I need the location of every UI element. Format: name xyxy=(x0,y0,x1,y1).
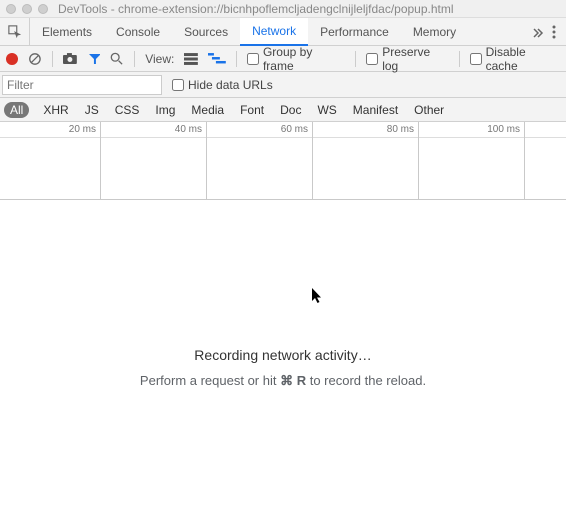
preserve-log-checkbox[interactable]: Preserve log xyxy=(366,45,448,73)
timeline-tick-label: 100 ms xyxy=(487,124,524,135)
empty-sub-prefix: Perform a request or hit xyxy=(140,373,280,388)
traffic-zoom-icon[interactable] xyxy=(38,4,48,14)
toolbar-divider xyxy=(52,51,53,67)
type-filter-bar: All XHR JS CSS Img Media Font Doc WS Man… xyxy=(0,98,566,122)
devtools-tabbar: Elements Console Sources Network Perform… xyxy=(0,18,566,46)
tab-performance[interactable]: Performance xyxy=(308,18,401,46)
hide-data-urls-label: Hide data URLs xyxy=(188,78,273,92)
toolbar-divider xyxy=(134,51,135,67)
hide-data-urls-input[interactable] xyxy=(172,79,184,91)
preserve-log-label: Preserve log xyxy=(382,45,448,73)
network-toolbar: View: Group by frame Preserve log Disabl… xyxy=(0,46,566,72)
search-button[interactable] xyxy=(110,52,124,66)
timeline-gridline xyxy=(100,122,101,199)
preserve-log-input[interactable] xyxy=(366,53,378,65)
clear-button[interactable] xyxy=(28,52,42,66)
window-title: DevTools - chrome-extension://bicnhpofle… xyxy=(58,2,454,16)
traffic-close-icon[interactable] xyxy=(6,4,16,14)
group-by-frame-input[interactable] xyxy=(247,53,259,65)
tab-elements[interactable]: Elements xyxy=(30,18,104,46)
disable-cache-label: Disable cache xyxy=(486,45,560,73)
timeline-tick-label: 80 ms xyxy=(387,124,418,135)
toolbar-divider xyxy=(459,51,460,67)
disable-cache-checkbox[interactable]: Disable cache xyxy=(470,45,560,73)
tab-sources[interactable]: Sources xyxy=(172,18,240,46)
window-titlebar: DevTools - chrome-extension://bicnhpofle… xyxy=(0,0,566,18)
group-by-frame-label: Group by frame xyxy=(263,45,345,73)
large-rows-button[interactable] xyxy=(184,53,198,65)
inspect-element-button[interactable] xyxy=(0,18,30,46)
empty-subtitle: Perform a request or hit ⌘ R to record t… xyxy=(0,373,566,389)
type-doc[interactable]: Doc xyxy=(274,102,307,118)
more-tabs-icon[interactable] xyxy=(532,26,544,38)
type-font[interactable]: Font xyxy=(234,102,270,118)
record-button[interactable] xyxy=(6,53,18,65)
waterfall-toggle-button[interactable] xyxy=(208,53,226,65)
kebab-menu-icon[interactable] xyxy=(552,25,556,39)
cursor-icon xyxy=(312,288,324,304)
shortcut-key: ⌘ R xyxy=(280,373,306,388)
toolbar-divider xyxy=(236,51,237,67)
timeline-gridline xyxy=(524,122,525,199)
type-other[interactable]: Other xyxy=(408,102,450,118)
timeline-tick-label: 40 ms xyxy=(175,124,206,135)
type-ws[interactable]: WS xyxy=(311,102,342,118)
tab-memory[interactable]: Memory xyxy=(401,18,468,46)
filter-bar: Hide data URLs xyxy=(0,72,566,98)
empty-title: Recording network activity… xyxy=(0,347,566,363)
network-empty-state: Recording network activity… Perform a re… xyxy=(0,200,566,520)
view-label: View: xyxy=(145,52,174,66)
type-manifest[interactable]: Manifest xyxy=(347,102,404,118)
tab-console[interactable]: Console xyxy=(104,18,172,46)
tab-network[interactable]: Network xyxy=(240,18,308,46)
inspect-icon xyxy=(8,25,22,39)
screenshot-button[interactable] xyxy=(63,53,79,65)
type-all[interactable]: All xyxy=(4,102,29,118)
timeline-gridline xyxy=(206,122,207,199)
type-js[interactable]: JS xyxy=(79,102,105,118)
type-img[interactable]: Img xyxy=(149,102,181,118)
timeline-tick-label: 60 ms xyxy=(281,124,312,135)
disable-cache-input[interactable] xyxy=(470,53,482,65)
type-media[interactable]: Media xyxy=(185,102,230,118)
empty-sub-suffix: to record the reload. xyxy=(306,373,426,388)
filter-toggle-button[interactable] xyxy=(89,53,101,65)
timeline-gridline xyxy=(418,122,419,199)
network-timeline[interactable]: 20 ms 40 ms 60 ms 80 ms 100 ms xyxy=(0,122,566,200)
toolbar-divider xyxy=(355,51,356,67)
hide-data-urls-checkbox[interactable]: Hide data URLs xyxy=(172,78,273,92)
timeline-tick-label: 20 ms xyxy=(69,124,100,135)
traffic-minimize-icon[interactable] xyxy=(22,4,32,14)
filter-input[interactable] xyxy=(2,75,162,95)
timeline-gridline xyxy=(312,122,313,199)
timeline-baseline xyxy=(0,137,566,138)
type-xhr[interactable]: XHR xyxy=(37,102,74,118)
group-by-frame-checkbox[interactable]: Group by frame xyxy=(247,45,345,73)
type-css[interactable]: CSS xyxy=(109,102,146,118)
